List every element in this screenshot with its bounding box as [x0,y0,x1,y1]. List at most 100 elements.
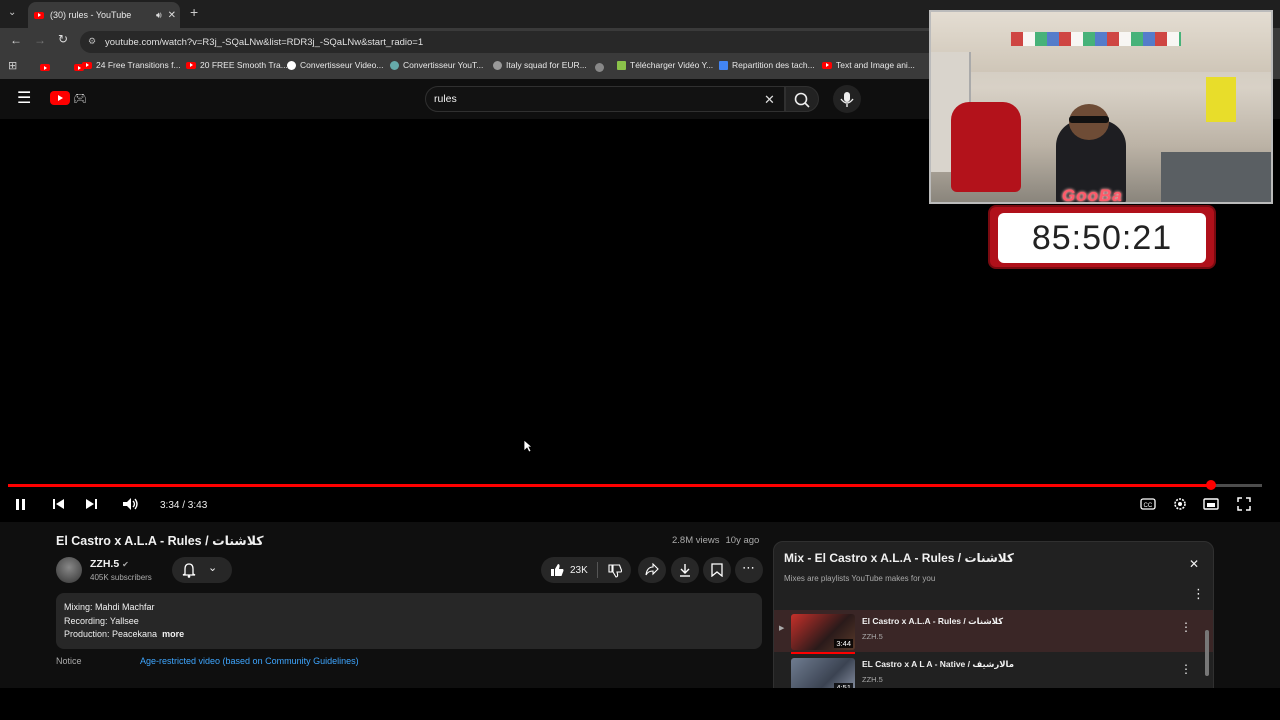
fullscreen-icon[interactable] [1236,496,1252,512]
more-horizontal-icon: ⋯ [742,560,755,575]
notice-label: Notice [56,656,82,666]
apps-grid-icon[interactable]: ⊞ [8,59,17,72]
settings-gear-icon[interactable] [1172,496,1188,512]
mouse-cursor-icon [523,439,533,453]
description-box[interactable]: Mixing: Mahdi Machfar Recording: Yallsee… [56,593,762,649]
tab-audio-icon[interactable]: 🔊︎ [156,10,162,21]
divider [597,562,598,578]
playlist-item[interactable]: 4:51 EL Castro x A L A - Native / مالارش… [774,654,1213,690]
subathon-timer: 85:50:21 [988,205,1216,269]
browser-tab[interactable]: (30) rules - YouTube 🔊︎ ✕ [28,2,180,28]
yellow-jersey [1206,77,1236,122]
search-icon [794,92,810,108]
previous-icon[interactable] [52,496,66,512]
description-line: Recording: Yallsee [64,615,139,626]
progress-bar[interactable] [8,480,1262,490]
description-line: Production: Peacekana [64,629,158,639]
globe-icon [493,60,502,70]
url-field[interactable]: ⚙ youtube.com/watch?v=R3j_-SQaLNw&list=R… [80,31,980,53]
more-actions-button[interactable]: ⋯ [735,557,763,583]
volume-icon[interactable] [122,496,140,512]
next-icon[interactable] [84,496,98,512]
video-thumbnail: 3:44 [791,614,855,650]
playlist-subtitle: Mixes are playlists YouTube makes for yo… [784,574,936,583]
playlist-item-title: El Castro x A.L.A - Rules / كلاشنات [862,616,1004,626]
theater-mode-icon[interactable] [1203,496,1219,512]
bookmark-item[interactable]: 20 FREE Smooth Tra... [186,60,288,70]
bookmark-label: Italy squad for EUR... [506,60,587,70]
thumbs-down-icon[interactable] [608,564,622,578]
bookmark-item[interactable]: Italy squad for EUR... [493,60,587,70]
youtube-logo-icon [50,91,70,105]
svg-text:CC: CC [1144,503,1153,509]
captions-icon[interactable]: CC [1140,496,1156,512]
item-menu-icon[interactable]: ⋮ [1180,662,1192,676]
bell-icon [182,563,196,578]
bookmark-item[interactable]: Text and Image ani... [822,60,915,70]
voice-search-button[interactable] [833,85,861,113]
reload-icon[interactable]: ↻ [58,32,68,46]
youtube-icon [82,61,92,69]
docs-icon [719,60,728,70]
item-menu-icon[interactable]: ⋮ [1180,620,1192,634]
google-icon [287,60,296,70]
time-display: 3:34 / 3:43 [160,500,208,511]
tab-title: (30) rules - YouTube [50,10,132,20]
download-icon [680,564,690,577]
bookmark-globe-icon[interactable] [595,63,604,72]
bookmark-item[interactable]: Télécharger Vidéo Y... [617,60,713,70]
bookmark-label: 24 Free Transitions f... [96,60,181,70]
bookmark-item[interactable]: Convertisseur Video... [287,60,383,70]
taskbar-strip [0,688,1280,720]
bookmark-label: Repartition des tach... [732,60,815,70]
channel-avatar[interactable] [56,557,82,583]
progress-scrubber-handle[interactable] [1206,480,1216,490]
forward-icon[interactable]: → [34,33,46,47]
like-button[interactable]: 23K [550,563,588,577]
new-tab-icon[interactable]: + [190,4,198,20]
bookmark-item[interactable]: 24 Free Transitions f... [82,60,181,70]
bookmark-label: Télécharger Vidéo Y... [630,60,714,70]
video-thumbnail: 4:51 [791,658,855,690]
playlist-item-current[interactable]: ▶ 3:44 El Castro x A.L.A - Rules / كلاشن… [774,610,1213,652]
playlist-menu-icon[interactable]: ⋮ [1192,586,1205,602]
sunglasses [1069,116,1109,123]
notice-link[interactable]: Age-restricted video (based on Community… [140,656,359,666]
doodle-icon: 🎮︎ [73,92,87,105]
show-more-link[interactable]: more [162,628,184,642]
url-text: youtube.com/watch?v=R3j_-SQaLNw&list=RDR… [105,36,424,48]
search-input[interactable]: rules ✕ [425,86,785,112]
close-playlist-icon[interactable]: ✕ [1189,557,1199,571]
bookmark-item[interactable]: Convertisseur YouT... [390,60,483,70]
playlist-item-channel: ZZH.5 [862,675,883,684]
thumbs-up-icon [551,564,564,576]
microphone-icon [840,92,854,107]
save-button[interactable] [703,557,731,583]
pause-icon[interactable] [14,496,28,512]
timer-value: 85:50:21 [998,213,1206,263]
share-icon [645,563,659,576]
clear-search-icon[interactable]: ✕ [764,92,775,108]
back-icon[interactable]: ← [10,33,22,47]
download-button[interactable] [671,557,699,583]
menu-hamburger-icon[interactable]: ☰ [17,88,31,108]
site-info-icon[interactable]: ⚙ [88,36,96,47]
bookmark-item[interactable]: Repartition des tach... [719,60,815,70]
bookmark-label: 20 FREE Smooth Tra... [200,60,288,70]
share-button[interactable] [638,557,666,583]
channel-name-link[interactable]: ZZH.5 ✔︎ [90,558,129,570]
tab-list-chevron-icon[interactable]: ⌄ [8,7,16,18]
youtube-logo[interactable]: 🎮︎ [50,91,87,105]
subscriber-count: 405K subscribers [90,573,152,582]
bookmark-youtube-icon[interactable] [40,64,50,71]
playlist-scrollbar[interactable] [1205,630,1209,676]
gaming-chair [951,102,1021,192]
playlist-title: Mix - El Castro x A.L.A - Rules / كلاشنا… [784,551,1014,565]
search-query: rules [434,93,457,105]
notifications-button[interactable]: ⌄ [172,557,232,583]
search-button[interactable] [785,86,819,112]
tab-close-icon[interactable]: ✕ [168,10,176,21]
channel-name: ZZH.5 [90,558,120,570]
converter-icon [390,60,399,70]
bookmark-label: Convertisseur YouT... [403,60,484,70]
